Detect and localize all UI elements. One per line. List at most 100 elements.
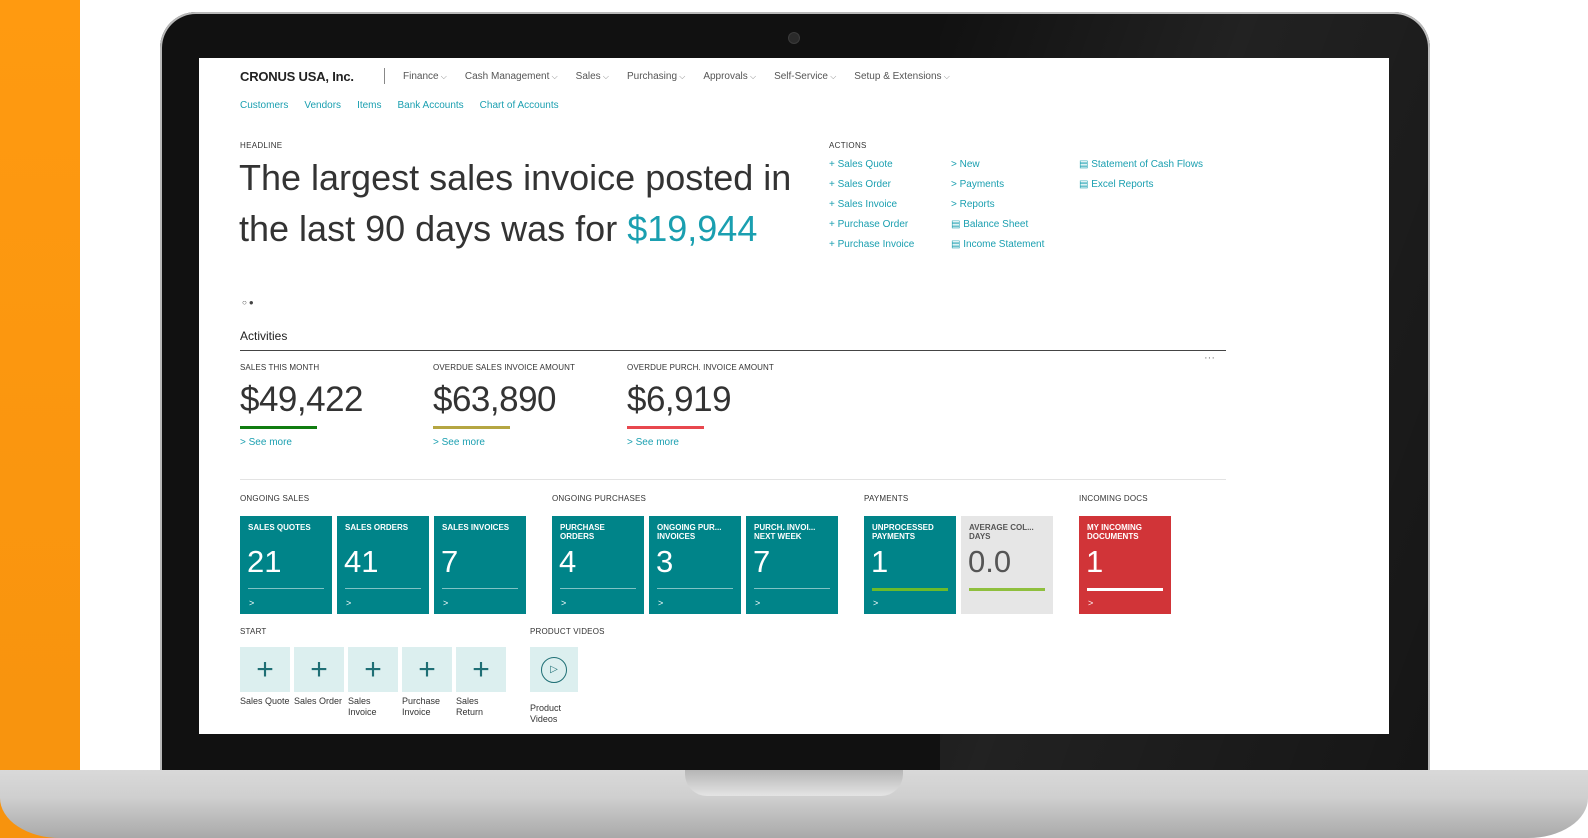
group-ongoing-sales: ONGOING SALES bbox=[240, 494, 310, 503]
product-videos-button[interactable]: ▷ bbox=[530, 647, 578, 692]
plus-icon: + bbox=[456, 647, 506, 692]
section-divider bbox=[240, 479, 1226, 480]
kpi-bar bbox=[627, 426, 704, 429]
tile-line bbox=[560, 588, 636, 589]
start-purchase-invoice[interactable]: + Purchase Invoice bbox=[402, 647, 452, 718]
tile-label: PURCHASE ORDERS bbox=[560, 523, 605, 541]
action-balance-sheet[interactable]: ▤ Balance Sheet bbox=[951, 218, 1044, 232]
action-purchase-invoice[interactable]: + Purchase Invoice bbox=[829, 238, 914, 252]
see-more-link[interactable]: > See more bbox=[240, 437, 430, 448]
action-sales-quote[interactable]: + Sales Quote bbox=[829, 158, 914, 172]
headline-label: HEADLINE bbox=[240, 141, 283, 150]
kpi-value[interactable]: $49,422 bbox=[240, 380, 430, 420]
tile-sales-orders[interactable]: SALES ORDERS 41 > bbox=[337, 516, 429, 614]
plus-icon: + bbox=[348, 647, 398, 692]
group-incoming-docs: INCOMING DOCS bbox=[1079, 494, 1148, 503]
see-more-link[interactable]: > See more bbox=[433, 437, 623, 448]
headline-amount[interactable]: $19,944 bbox=[627, 208, 757, 249]
tile-label: SALES QUOTES bbox=[248, 523, 311, 532]
nav-approvals[interactable]: Approvals bbox=[703, 71, 756, 82]
company-name[interactable]: CRONUS USA, Inc. bbox=[240, 69, 354, 84]
tile-label: SALES ORDERS bbox=[345, 523, 409, 532]
actions-column-2: > New > Payments > Reports ▤ Balance She… bbox=[951, 158, 1044, 252]
activities-title: Activities bbox=[240, 329, 288, 343]
kpi-bar bbox=[240, 426, 317, 429]
tile-my-incoming-documents[interactable]: MY INCOMING DOCUMENTS 1 > bbox=[1079, 516, 1171, 614]
action-payments[interactable]: > Payments bbox=[951, 178, 1044, 192]
tile-value: 3 bbox=[656, 544, 674, 579]
link-bank-accounts[interactable]: Bank Accounts bbox=[398, 100, 464, 111]
kpi-value[interactable]: $6,919 bbox=[627, 380, 817, 420]
tile-label: PURCH. INVOI... NEXT WEEK bbox=[754, 523, 816, 541]
link-vendors[interactable]: Vendors bbox=[304, 100, 341, 111]
tile-unprocessed-payments[interactable]: UNPROCESSED PAYMENTS 1 > bbox=[864, 516, 956, 614]
more-options-icon[interactable]: ··· bbox=[1204, 352, 1215, 364]
product-videos-label: PRODUCT VIDEOS bbox=[530, 627, 605, 636]
start-caption: Sales Quote bbox=[240, 696, 290, 706]
kpi-label: OVERDUE PURCH. INVOICE AMOUNT bbox=[627, 363, 774, 372]
start-sales-quote[interactable]: + Sales Quote bbox=[240, 647, 290, 707]
tile-line bbox=[1087, 588, 1163, 591]
start-caption: Sales Order bbox=[294, 696, 343, 706]
tile-sales-invoices[interactable]: SALES INVOICES 7 > bbox=[434, 516, 526, 614]
tile-ongoing-purchase-invoices[interactable]: ONGOING PUR... INVOICES 3 > bbox=[649, 516, 741, 614]
action-statement-cash-flows[interactable]: ▤ Statement of Cash Flows bbox=[1079, 158, 1203, 172]
action-sales-order[interactable]: + Sales Order bbox=[829, 178, 914, 192]
chevron-right-icon: > bbox=[873, 598, 879, 608]
start-sales-invoice[interactable]: + Sales Invoice bbox=[348, 647, 398, 718]
nav-purchasing[interactable]: Purchasing bbox=[627, 71, 685, 82]
tile-line bbox=[248, 588, 324, 589]
tile-line bbox=[969, 588, 1045, 591]
kpi-sales-this-month: SALES THIS MONTH $49,422 > See more bbox=[240, 363, 430, 448]
kpi-label: OVERDUE SALES INVOICE AMOUNT bbox=[433, 363, 575, 372]
nav-cash-management[interactable]: Cash Management bbox=[465, 71, 558, 82]
tile-line bbox=[657, 588, 733, 589]
kpi-overdue-purch: OVERDUE PURCH. INVOICE AMOUNT $6,919 > S… bbox=[627, 363, 817, 448]
tile-label: SALES INVOICES bbox=[442, 523, 510, 532]
headline-pager-dots[interactable]: ○● bbox=[242, 298, 256, 307]
group-payments: PAYMENTS bbox=[864, 494, 909, 503]
action-purchase-order[interactable]: + Purchase Order bbox=[829, 218, 914, 232]
tile-value: 41 bbox=[344, 544, 379, 579]
nav-setup-extensions[interactable]: Setup & Extensions bbox=[854, 71, 950, 82]
action-reports[interactable]: > Reports bbox=[951, 198, 1044, 212]
link-chart-of-accounts[interactable]: Chart of Accounts bbox=[480, 100, 559, 111]
nav-finance[interactable]: Finance bbox=[403, 71, 447, 82]
link-items[interactable]: Items bbox=[357, 100, 381, 111]
action-income-statement[interactable]: ▤ Income Statement bbox=[951, 238, 1044, 252]
tile-value: 1 bbox=[1086, 544, 1104, 579]
action-new[interactable]: > New bbox=[951, 158, 1044, 172]
start-caption: Sales Return bbox=[456, 696, 484, 717]
tile-label: UNPROCESSED PAYMENTS bbox=[872, 523, 934, 541]
chevron-right-icon: > bbox=[443, 598, 449, 608]
nav-self-service[interactable]: Self-Service bbox=[774, 71, 836, 82]
nav-sales[interactable]: Sales bbox=[576, 71, 609, 82]
kpi-bar bbox=[433, 426, 510, 429]
tile-label: AVERAGE COL... DAYS bbox=[969, 523, 1034, 541]
tile-line bbox=[345, 588, 421, 589]
tile-purch-invoices-next-week[interactable]: PURCH. INVOI... NEXT WEEK 7 > bbox=[746, 516, 838, 614]
actions-label: ACTIONS bbox=[829, 141, 867, 150]
chevron-right-icon: > bbox=[755, 598, 761, 608]
tile-average-collection-days[interactable]: AVERAGE COL... DAYS 0.0 bbox=[961, 516, 1053, 614]
tile-value: 7 bbox=[753, 544, 771, 579]
play-icon: ▷ bbox=[541, 656, 567, 683]
see-more-link[interactable]: > See more bbox=[627, 437, 817, 448]
link-customers[interactable]: Customers bbox=[240, 100, 288, 111]
plus-icon: + bbox=[294, 647, 344, 692]
tile-line bbox=[442, 588, 518, 589]
start-sales-return[interactable]: + Sales Return bbox=[456, 647, 506, 718]
laptop-notch bbox=[685, 770, 903, 796]
start-sales-order[interactable]: + Sales Order bbox=[294, 647, 344, 707]
kpi-value[interactable]: $63,890 bbox=[433, 380, 623, 420]
tile-sales-quotes[interactable]: SALES QUOTES 21 > bbox=[240, 516, 332, 614]
kpi-label: SALES THIS MONTH bbox=[240, 363, 320, 372]
action-sales-invoice[interactable]: + Sales Invoice bbox=[829, 198, 914, 212]
activities-divider bbox=[240, 350, 1226, 351]
top-nav-menu: Finance Cash Management Sales Purchasing… bbox=[403, 71, 950, 82]
action-excel-reports[interactable]: ▤ Excel Reports bbox=[1079, 178, 1203, 192]
tile-purchase-orders[interactable]: PURCHASE ORDERS 4 > bbox=[552, 516, 644, 614]
tile-label: MY INCOMING DOCUMENTS bbox=[1087, 523, 1142, 541]
product-videos-caption: Product Videos bbox=[530, 703, 562, 724]
app-screen: CRONUS USA, Inc. Finance Cash Management… bbox=[199, 58, 1389, 734]
